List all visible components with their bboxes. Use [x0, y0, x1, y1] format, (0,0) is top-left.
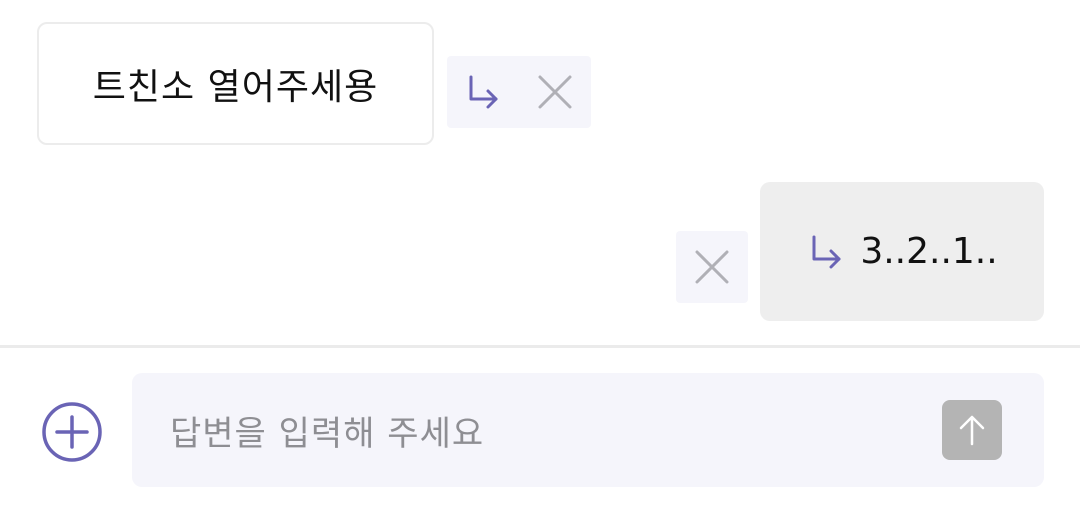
plus-circle-icon — [42, 402, 102, 462]
incoming-message-text: 트친소 열어주세용 — [92, 66, 379, 108]
reply-arrow-icon — [812, 235, 841, 268]
arrow-up-icon — [959, 415, 985, 446]
send-button[interactable] — [942, 400, 1002, 460]
incoming-message-bubble: 트친소 열어주세용 — [37, 22, 434, 145]
message-actions — [447, 56, 591, 128]
outgoing-message-text: 3..2..1.. — [860, 231, 998, 272]
answer-input-placeholder: 답변을 입력해 주세요 — [170, 413, 485, 454]
close-icon — [538, 75, 572, 109]
cancel-reply-button[interactable] — [676, 231, 748, 303]
dismiss-button[interactable] — [519, 56, 591, 128]
answer-input[interactable]: 답변을 입력해 주세요 — [132, 373, 1044, 487]
reply-arrow-icon — [469, 75, 498, 109]
add-attachment-button[interactable] — [41, 401, 103, 463]
composer-divider — [0, 345, 1080, 348]
reply-button[interactable] — [447, 56, 519, 128]
close-icon — [695, 250, 729, 284]
outgoing-message-bubble: 3..2..1.. — [760, 182, 1044, 321]
